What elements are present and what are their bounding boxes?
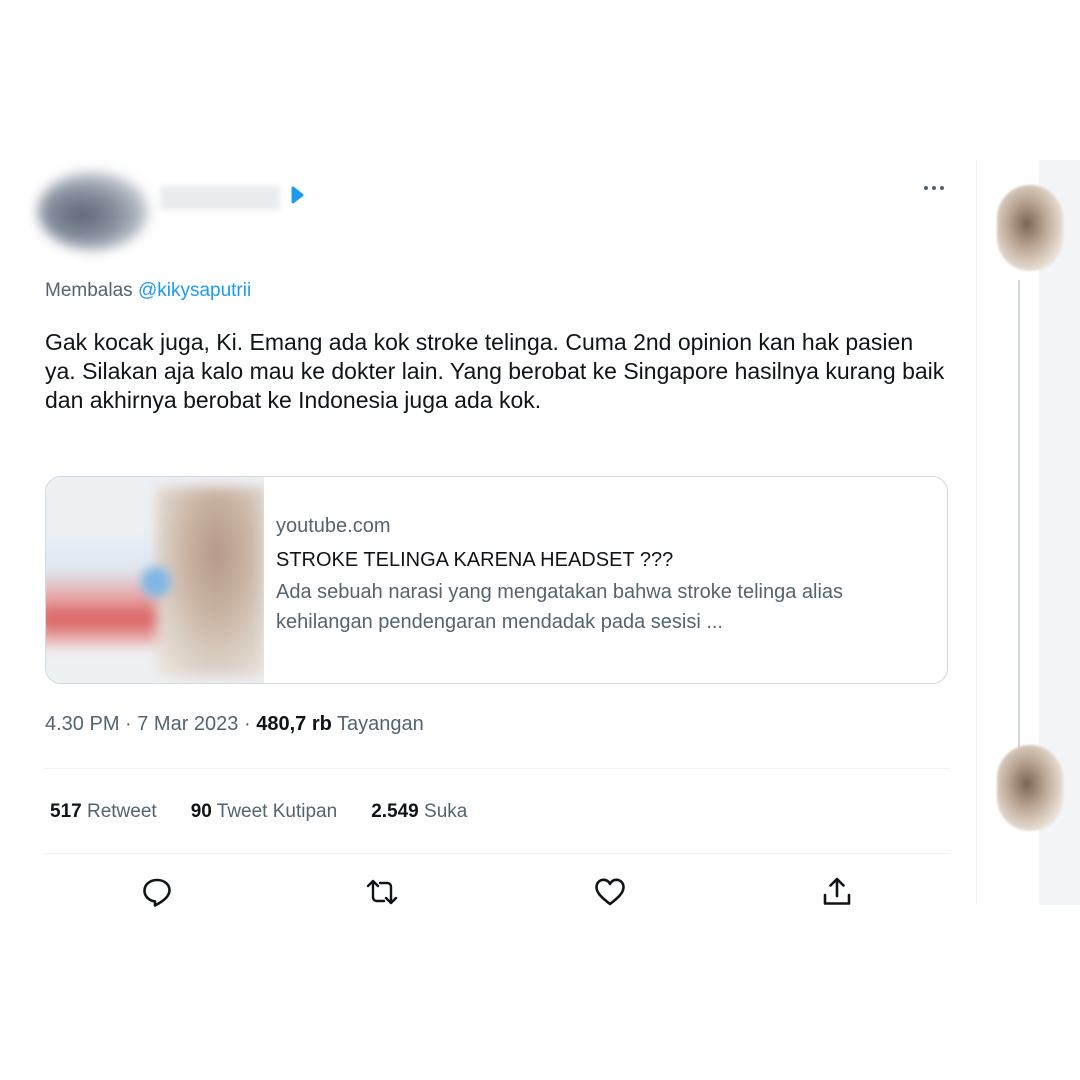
- like-label: Suka: [424, 801, 468, 822]
- card-body: youtube.com STROKE TELINGA KARENA HEADSE…: [276, 513, 936, 637]
- reply-icon[interactable]: [140, 875, 174, 909]
- retweet-icon[interactable]: [365, 875, 399, 909]
- quote-label: Tweet Kutipan: [216, 801, 338, 822]
- tweet-actions: [20, 875, 975, 909]
- thread-avatar[interactable]: [997, 185, 1063, 271]
- like-stat[interactable]: 2.549 Suka: [371, 801, 467, 823]
- more-icon[interactable]: [920, 180, 948, 196]
- thread-column: [976, 160, 1080, 905]
- card-description: Ada sebuah narasi yang mengatakan bahwa …: [276, 581, 844, 633]
- like-count: 2.549: [371, 801, 419, 822]
- like-icon[interactable]: [593, 875, 627, 909]
- views-label: Tayangan: [337, 713, 424, 735]
- quote-count: 90: [190, 801, 212, 822]
- card-thumbnail: [46, 477, 264, 683]
- tweet-stats: 517 Retweet 90 Tweet Kutipan 2.549 Suka: [50, 801, 467, 823]
- retweet-stat[interactable]: 517 Retweet: [50, 801, 157, 823]
- divider: [45, 768, 950, 769]
- tweet-timestamp[interactable]: 4.30 PM · 7 Mar 2023 ·: [45, 713, 251, 735]
- retweet-label: Retweet: [86, 801, 157, 822]
- reply-prefix: Membalas: [45, 280, 133, 301]
- thread-line: [1018, 280, 1020, 750]
- tweet-text: Gak kocak juga, Ki. Emang ada kok stroke…: [45, 329, 945, 413]
- tweet-meta: 4.30 PM · 7 Mar 2023 · 480,7 rb Tayangan: [45, 713, 424, 736]
- link-card[interactable]: youtube.com STROKE TELINGA KARENA HEADSE…: [45, 476, 948, 684]
- quote-stat[interactable]: 90 Tweet Kutipan: [191, 801, 338, 823]
- verified-badge-icon: [291, 186, 304, 204]
- views-count: 480,7 rb: [256, 713, 332, 735]
- card-title: STROKE TELINGA KARENA HEADSET ???: [276, 549, 674, 571]
- retweet-count: 517: [50, 801, 82, 822]
- author-name-redacted[interactable]: [160, 186, 280, 210]
- reply-context: Membalas @kikysaputrii: [45, 280, 251, 302]
- share-icon[interactable]: [820, 875, 854, 909]
- author-avatar[interactable]: [38, 172, 148, 250]
- thread-avatar[interactable]: [997, 745, 1063, 831]
- screenshot-frame: Membalas @kikysaputrii Gak kocak juga, K…: [20, 160, 1080, 907]
- divider: [45, 853, 950, 854]
- tweet: Membalas @kikysaputrii Gak kocak juga, K…: [20, 160, 975, 907]
- card-domain: youtube.com: [276, 515, 391, 537]
- reply-handle-link[interactable]: @kikysaputrii: [138, 280, 251, 301]
